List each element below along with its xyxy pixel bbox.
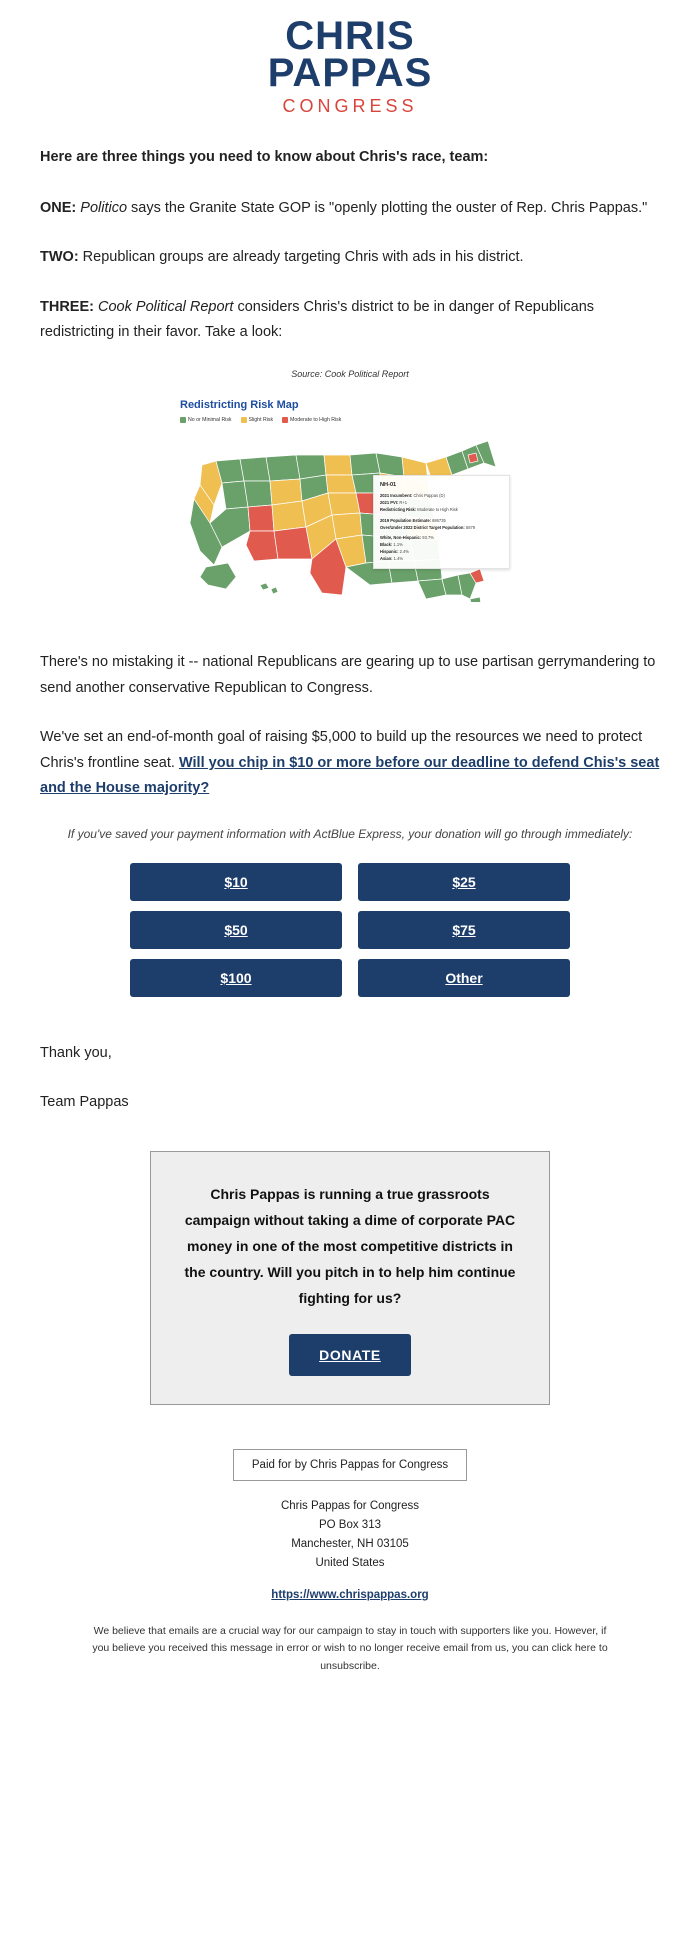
address-line-country: United States	[315, 1556, 385, 1569]
point-one-paragraph: ONE: Politico says the Granite State GOP…	[40, 196, 660, 221]
legend-label-no-risk: No or Minimal Risk	[188, 417, 232, 424]
donate-amount-25-button[interactable]: $25	[358, 862, 570, 901]
grassroots-callout-box: Chris Pappas is running a true grassroot…	[150, 1151, 550, 1405]
tooltip-key-population-estimate: 2019 Population Estimate:	[380, 517, 431, 523]
tooltip-value-target-population: 5879	[464, 524, 476, 530]
tooltip-row-hispanic: Hispanic: 2.4%	[380, 549, 503, 555]
callout-text: Chris Pappas is running a true grassroot…	[184, 1186, 516, 1306]
politico-italic: Politico	[80, 199, 128, 216]
tooltip-value-population-estimate: 686735	[430, 517, 446, 523]
tooltip-key-white: White, Non-Hispanic:	[380, 535, 422, 541]
tooltip-key-black: Black:	[380, 542, 393, 548]
donation-amount-grid: $10 $25 $50 $75 $100 Other	[130, 862, 570, 997]
point-three-paragraph: THREE: Cook Political Report considers C…	[40, 295, 660, 346]
tooltip-row-asian: Asian: 1.4%	[380, 556, 503, 562]
legend-swatch-yellow-icon	[240, 417, 247, 424]
point-three-label: THREE:	[40, 298, 94, 315]
donate-amount-75-button[interactable]: $75	[358, 910, 570, 949]
address-line-org: Chris Pappas for Congress	[280, 1499, 420, 1512]
tooltip-row-target-population: Over/Under 2022 District Target Populati…	[380, 525, 503, 531]
legend-item-high-risk: Moderate to High Risk	[282, 417, 342, 424]
cook-political-report-italic: Cook Political Report	[98, 298, 234, 315]
tooltip-value-white: 93.7%	[421, 535, 434, 541]
team-signature: Team Pappas	[40, 1093, 129, 1110]
point-two-label: TWO:	[40, 249, 79, 266]
legend-item-no-risk: No or Minimal Risk	[180, 417, 232, 424]
tooltip-value-incumbent: Chris Pappas (D)	[412, 493, 445, 499]
tooltip-value-risk: Moderate to High Risk	[416, 506, 458, 512]
unsubscribe-disclaimer[interactable]: We believe that emails are a crucial way…	[40, 1623, 660, 1677]
map-canvas: NH-01 2021 Incumbent: Chris Pappas (D) 2…	[170, 427, 530, 603]
redistricting-risk-map: Redistricting Risk Map No or Minimal Ris…	[170, 385, 530, 607]
tooltip-row-population-estimate: 2019 Population Estimate: 686735	[380, 518, 503, 524]
campaign-website-link[interactable]: https://www.chrispappas.org	[40, 1589, 660, 1601]
legend-label-high-risk: Moderate to High Risk	[290, 417, 342, 424]
point-one-label: ONE:	[40, 199, 77, 216]
address-line-city: Manchester, NH 03105	[291, 1537, 409, 1550]
map-title: Redistricting Risk Map	[180, 399, 299, 412]
tooltip-value-black: 1.1%	[392, 542, 403, 548]
tooltip-row-risk: Redistricting Risk: Moderate to High Ris…	[380, 507, 503, 513]
tooltip-title: NH-01	[380, 482, 397, 489]
legend-item-slight-risk: Slight Risk	[240, 417, 274, 424]
point-two-paragraph: TWO: Republican groups are already targe…	[40, 245, 660, 270]
tooltip-key-incumbent: 2021 Incumbent:	[380, 493, 413, 499]
logo-line-congress: CONGRESS	[282, 95, 418, 116]
tooltip-row-black: Black: 1.1%	[380, 542, 503, 548]
gerrymander-paragraph: There's no mistaking it -- national Repu…	[40, 654, 656, 696]
tooltip-value-asian: 1.4%	[392, 555, 403, 561]
tooltip-key-asian: Asian:	[380, 555, 393, 561]
donate-amount-50-button[interactable]: $50	[130, 910, 342, 949]
email-content-lower: There's no mistaking it -- national Repu…	[0, 632, 700, 801]
thank-you-line: Thank you,	[40, 1044, 112, 1061]
tooltip-value-pvi: R+1	[398, 499, 407, 505]
lead-paragraph: Here are three things you need to know a…	[40, 148, 489, 165]
email-body: CHRIS PAPPAS CONGRESS Here are three thi…	[0, 0, 700, 1707]
tooltip-key-risk: Redistricting Risk:	[380, 506, 417, 512]
donate-amount-other-button[interactable]: Other	[358, 958, 570, 997]
map-source-caption: Source: Cook Political Report	[291, 369, 409, 380]
donate-button[interactable]: DONATE	[289, 1333, 411, 1376]
tooltip-row-white: White, Non-Hispanic: 93.7%	[380, 535, 503, 541]
tooltip-key-pvi: 2021 PVI:	[380, 499, 399, 505]
logo-line-pappas: PAPPAS	[267, 50, 433, 95]
tooltip-key-target-population: Over/Under 2022 District Target Populati…	[380, 524, 465, 530]
donate-amount-100-button[interactable]: $100	[130, 958, 342, 997]
email-content: Here are three things you need to know a…	[0, 127, 700, 346]
tooltip-row-incumbent: 2021 Incumbent: Chris Pappas (D)	[380, 493, 503, 499]
donate-amount-10-button[interactable]: $10	[130, 862, 342, 901]
point-two-text: Republican groups are already targeting …	[78, 249, 524, 266]
point-one-text: says the Granite State GOP is "openly pl…	[127, 199, 648, 216]
nh01-map-tooltip: NH-01 2021 Incumbent: Chris Pappas (D) 2…	[373, 475, 510, 569]
tooltip-row-pvi: 2021 PVI: R+1	[380, 500, 503, 506]
signoff-block: Thank you, Team Pappas	[0, 1023, 700, 1116]
campaign-logo: CHRIS PAPPAS CONGRESS	[0, 0, 700, 127]
map-legend: No or Minimal Risk Slight Risk Moderate …	[180, 417, 530, 424]
paid-for-disclaimer: Paid for by Chris Pappas for Congress	[232, 1448, 468, 1481]
address-line-po-box: PO Box 313	[318, 1518, 381, 1531]
goal-paragraph: We've set an end-of-month goal of raisin…	[40, 725, 660, 801]
tooltip-key-hispanic: Hispanic:	[380, 549, 399, 555]
logo-line-chris: CHRIS	[285, 14, 415, 58]
legend-label-slight-risk: Slight Risk	[248, 417, 274, 424]
tooltip-value-hispanic: 2.4%	[398, 549, 409, 555]
mailing-address: Chris Pappas for Congress PO Box 313 Man…	[40, 1497, 660, 1573]
legend-swatch-green-icon	[180, 417, 186, 424]
email-footer: Paid for by Chris Pappas for Congress Ch…	[0, 1439, 700, 1706]
actblue-express-note: If you've saved your payment information…	[67, 827, 633, 842]
legend-swatch-red-icon	[282, 417, 289, 424]
